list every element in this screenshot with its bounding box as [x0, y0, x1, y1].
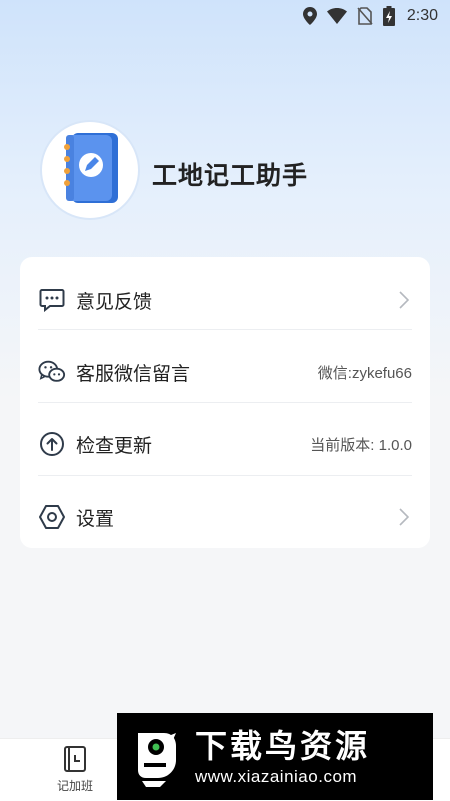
- menu-item-label: 意见反馈: [76, 291, 153, 313]
- no-sim-icon: [357, 7, 373, 25]
- divider: [38, 329, 412, 330]
- settings-hexagon-icon: [38, 503, 66, 531]
- divider: [38, 402, 412, 403]
- watermark-banner: 下载鸟资源 www.xiazainiao.com: [117, 713, 433, 800]
- record-book-icon: [63, 745, 87, 773]
- chevron-right-icon: [396, 290, 412, 310]
- menu-item-settings[interactable]: 设置: [38, 481, 412, 553]
- app-name: 工地记工助手: [152, 162, 309, 190]
- wechat-icon: [38, 358, 66, 386]
- watermark-title: 下载鸟资源: [195, 726, 371, 765]
- divider: [38, 475, 412, 476]
- status-time: 2:30: [406, 7, 438, 24]
- menu-item-feedback[interactable]: 意见反馈: [38, 264, 412, 336]
- menu-item-label: 检查更新: [76, 435, 153, 457]
- location-icon: [302, 7, 317, 25]
- status-bar: 2:30: [0, 0, 450, 32]
- menu-item-wechat-service[interactable]: 客服微信留言 微信:zykefu66: [38, 336, 412, 408]
- update-arrow-icon: [38, 430, 66, 458]
- notebook-pencil-icon: [58, 131, 122, 209]
- menu-card: 意见反馈 客服微信留言 微信:zykefu66 检查更新 当前版本: 1.0.0…: [20, 257, 430, 548]
- nav-item-record-overtime[interactable]: 记加班: [35, 739, 115, 801]
- wechat-id-value: 微信:zykefu66: [317, 364, 412, 382]
- menu-item-label: 客服微信留言: [76, 363, 191, 385]
- menu-item-check-update[interactable]: 检查更新 当前版本: 1.0.0: [38, 408, 412, 480]
- feedback-chat-icon: [38, 286, 66, 314]
- chevron-right-icon: [396, 507, 412, 527]
- version-value: 当前版本: 1.0.0: [310, 436, 412, 454]
- menu-item-label: 设置: [76, 508, 115, 530]
- nav-label: 记加班: [56, 779, 93, 793]
- bird-logo-icon: [127, 724, 185, 790]
- wifi-icon: [326, 8, 347, 24]
- watermark-url: www.xiazainiao.com: [195, 766, 358, 786]
- battery-charging-icon: [382, 6, 395, 26]
- avatar: [40, 120, 140, 220]
